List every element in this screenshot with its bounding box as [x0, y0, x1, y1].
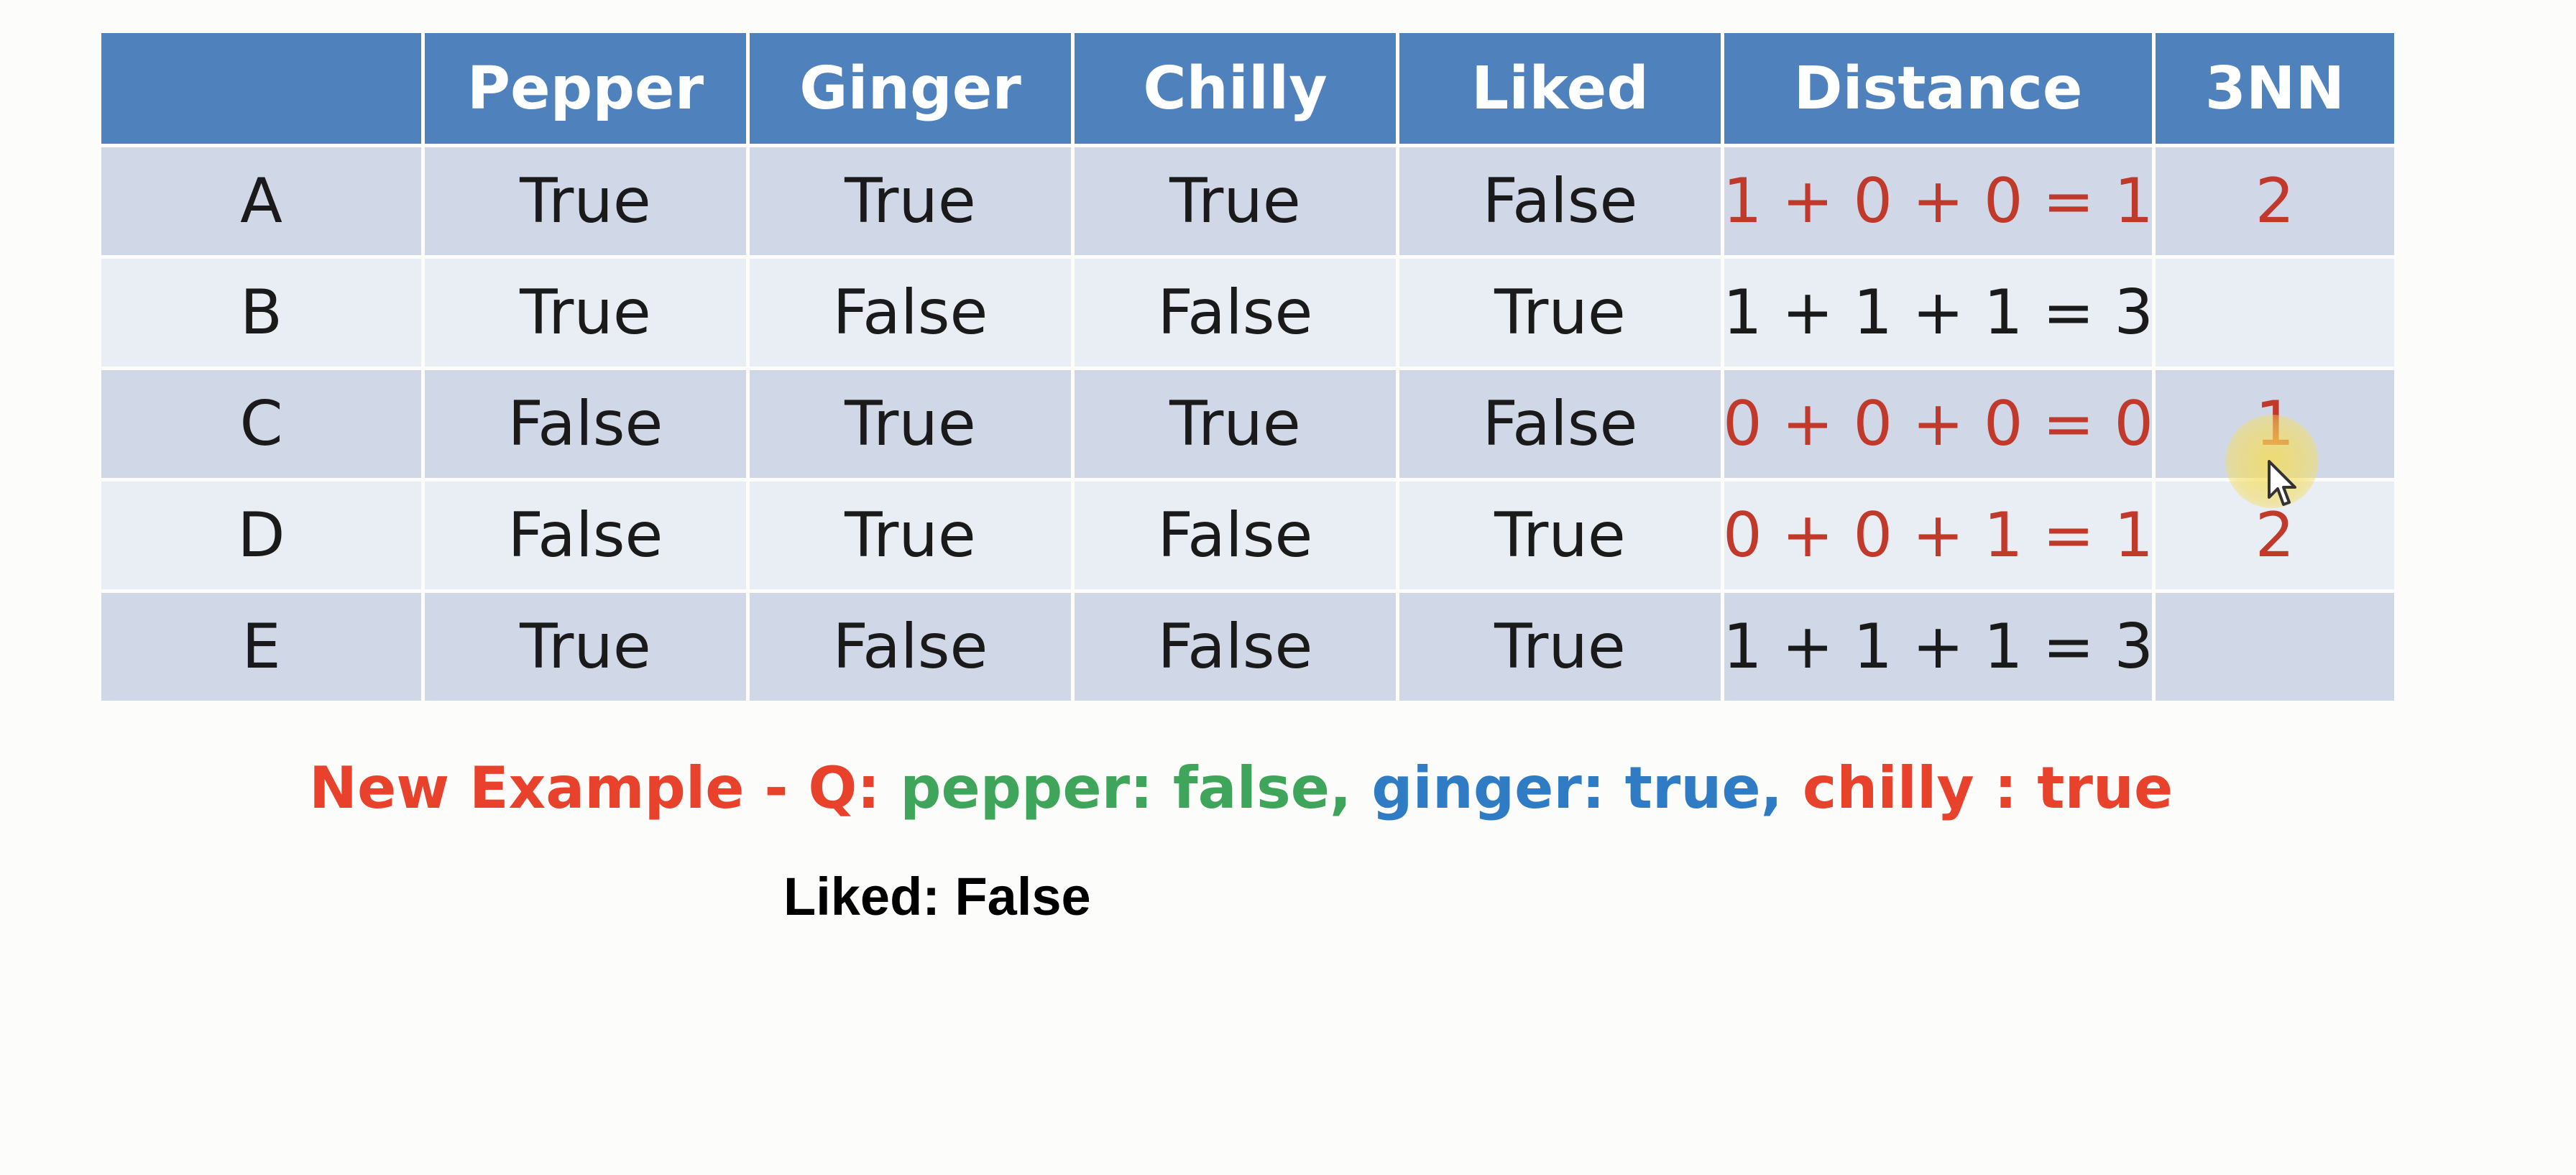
new-example-caption: New Example - Q: pepper: false, ginger: …: [309, 755, 2173, 821]
cell-pepper: False: [425, 370, 746, 478]
caption-pepper: pepper: false,: [900, 755, 1372, 821]
row-label: E: [101, 593, 421, 701]
cell-pepper: False: [425, 481, 746, 589]
cell-ginger: False: [750, 593, 1071, 701]
header-ginger: Ginger: [750, 33, 1071, 144]
header-chilly: Chilly: [1075, 33, 1396, 144]
cell-ginger: True: [750, 147, 1071, 255]
cell-liked: False: [1399, 147, 1721, 255]
cell-chilly: True: [1075, 147, 1396, 255]
cell-3nn: 2: [2156, 147, 2394, 255]
header-pepper: Pepper: [425, 33, 746, 144]
header-3nn: 3NN: [2156, 33, 2394, 144]
cell-ginger: True: [750, 370, 1071, 478]
cell-liked: True: [1399, 593, 1721, 701]
cell-chilly: False: [1075, 481, 1396, 589]
cell-distance: 0 + 0 + 0 = 0: [1723, 370, 2153, 478]
cell-liked: True: [1399, 259, 1721, 367]
caption-chilly: chilly : true: [1802, 755, 2174, 821]
cell-distance: 0 + 0 + 1 = 1: [1723, 481, 2153, 589]
mouse-pointer-icon: [2268, 460, 2296, 506]
cell-chilly: True: [1075, 370, 1396, 478]
cell-pepper: True: [425, 593, 746, 701]
cell-ginger: True: [750, 481, 1071, 589]
cell-liked: True: [1399, 481, 1721, 589]
caption-ginger: ginger: true,: [1371, 755, 1803, 821]
header-distance: Distance: [1724, 33, 2152, 144]
row-label: D: [101, 481, 421, 589]
cell-distance: 1 + 1 + 1 = 3: [1723, 259, 2153, 367]
caption-prefix: New Example - Q:: [309, 755, 901, 821]
cell-distance: 1 + 0 + 0 = 1: [1723, 147, 2153, 255]
header-corner: [101, 33, 421, 144]
row-label: C: [101, 370, 421, 478]
cell-pepper: True: [425, 147, 746, 255]
cell-chilly: False: [1075, 259, 1396, 367]
cell-3nn: [2156, 593, 2394, 701]
header-liked: Liked: [1399, 33, 1721, 144]
knn-table: Pepper Ginger Chilly Liked Distance 3NN …: [101, 33, 2394, 701]
row-label: A: [101, 147, 421, 255]
cell-liked: False: [1399, 370, 1721, 478]
cell-chilly: False: [1075, 593, 1396, 701]
liked-answer: Liked: False: [783, 867, 1091, 926]
cell-ginger: False: [750, 259, 1071, 367]
cell-3nn: [2156, 259, 2394, 367]
row-label: B: [101, 259, 421, 367]
cell-distance: 1 + 1 + 1 = 3: [1723, 593, 2153, 701]
cell-pepper: True: [425, 259, 746, 367]
